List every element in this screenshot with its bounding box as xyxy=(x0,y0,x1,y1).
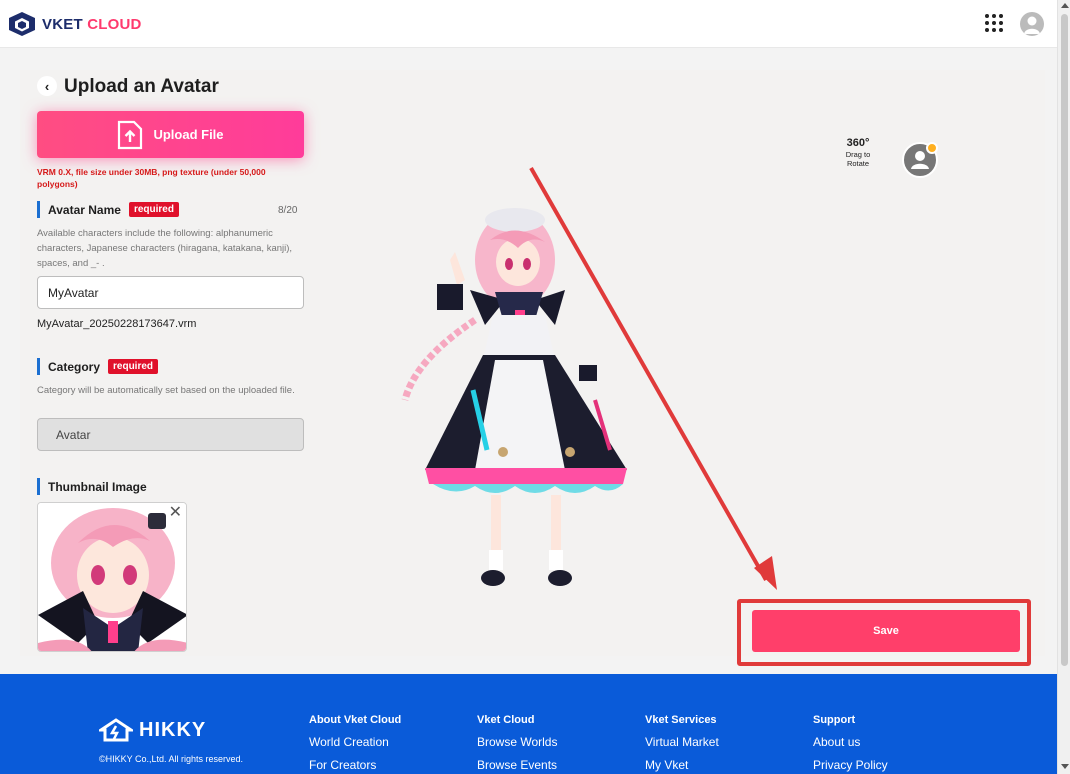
vertical-scrollbar[interactable] xyxy=(1057,0,1070,774)
required-badge: required xyxy=(108,359,159,374)
footer-link-my-vket[interactable]: My Vket xyxy=(645,758,719,772)
footer-heading: Vket Cloud xyxy=(477,714,535,726)
scroll-down-icon[interactable] xyxy=(1061,764,1069,769)
footer-column-support: Support About us Privacy Policy xyxy=(813,714,888,774)
footer-link-for-creators[interactable]: For Creators xyxy=(309,758,401,772)
footer-link-browse-events[interactable]: Browse Events xyxy=(477,758,557,772)
section-bar xyxy=(37,201,40,218)
footer-column-about: About Vket Cloud World Creation For Crea… xyxy=(309,714,401,774)
back-button[interactable]: ‹ xyxy=(37,76,57,96)
rotate-hint-line2: Rotate xyxy=(846,159,870,168)
thumbnail-image xyxy=(38,503,186,651)
avatar-name-help: Available characters include the followi… xyxy=(37,228,293,269)
section-bar xyxy=(37,358,40,375)
upload-requirements-note: VRM 0.X, file size under 30MB, png textu… xyxy=(37,167,266,189)
brand-second: CLOUD xyxy=(87,15,142,33)
avatar-name-input[interactable] xyxy=(37,276,304,309)
footer-column-vket-cloud: Vket Cloud Browse Worlds Browse Events xyxy=(477,714,557,774)
thumbnail-heading: Thumbnail Image xyxy=(37,478,147,495)
footer-link-browse-worlds[interactable]: Browse Worlds xyxy=(477,735,557,749)
site-footer: HIKKY ©HIKKY Co.,Ltd. All rights reserve… xyxy=(0,674,1057,774)
character-count: 8/20 xyxy=(278,205,298,216)
upload-file-button[interactable]: Upload File xyxy=(37,111,304,158)
avatar-3d-preview[interactable] xyxy=(395,200,635,595)
scroll-thumb[interactable] xyxy=(1061,14,1068,666)
avatar-name-label: Avatar Name xyxy=(48,202,121,217)
footer-link-about-us[interactable]: About us xyxy=(813,735,888,749)
upload-icon xyxy=(118,120,143,149)
user-account-icon[interactable] xyxy=(1020,12,1044,36)
rotate-hint-line1: Drag to xyxy=(845,150,871,159)
avatar-view-toggle[interactable] xyxy=(902,142,938,178)
category-heading: Category required xyxy=(37,358,159,375)
footer-heading: About Vket Cloud xyxy=(309,714,402,726)
category-label: Category xyxy=(48,359,101,374)
footer-link-world-creation[interactable]: World Creation xyxy=(309,735,401,749)
required-badge: required xyxy=(128,202,179,217)
badge-dot xyxy=(926,142,938,154)
remove-thumbnail-button[interactable]: ✕ xyxy=(169,505,182,521)
copyright-text: ©HIKKY Co.,Ltd. All rights reserved. xyxy=(99,754,244,764)
footer-heading: Support xyxy=(813,714,856,726)
section-bar xyxy=(37,478,40,495)
rotate-360-icon: 360° xyxy=(846,137,870,149)
apps-grid-icon[interactable] xyxy=(985,14,1003,32)
top-header: VKET CLOUD xyxy=(0,0,1057,48)
drag-to-rotate-hint: 360° Drag to Rotate xyxy=(838,137,878,169)
page-title: Upload an Avatar xyxy=(64,76,219,97)
hikky-logo[interactable]: HIKKY xyxy=(99,718,206,742)
category-help: Category will be automatically set based… xyxy=(37,385,295,396)
footer-link-privacy-policy[interactable]: Privacy Policy xyxy=(813,758,888,772)
vket-cloud-logo[interactable]: VKET CLOUD xyxy=(8,11,142,37)
category-field: Avatar xyxy=(37,418,304,451)
footer-column-services: Vket Services Virtual Market My Vket xyxy=(645,714,719,774)
avatar-name-heading: Avatar Name required xyxy=(37,201,179,218)
hikky-logo-text: HIKKY xyxy=(139,718,207,741)
brand-first: VKET xyxy=(42,15,83,33)
thumbnail-preview: ✕ xyxy=(37,502,187,652)
cube-logo-icon xyxy=(9,12,35,36)
hikky-house-icon xyxy=(99,718,133,742)
scroll-up-icon[interactable] xyxy=(1061,3,1069,8)
footer-link-virtual-market[interactable]: Virtual Market xyxy=(645,735,719,749)
upload-file-label: Upload File xyxy=(153,127,224,142)
save-button[interactable]: Save xyxy=(752,610,1020,652)
footer-heading: Vket Services xyxy=(645,714,717,726)
thumbnail-label: Thumbnail Image xyxy=(48,479,147,494)
brand-name: VKET CLOUD xyxy=(42,16,142,33)
vrm-filename: MyAvatar_20250228173647.vrm xyxy=(37,318,197,330)
